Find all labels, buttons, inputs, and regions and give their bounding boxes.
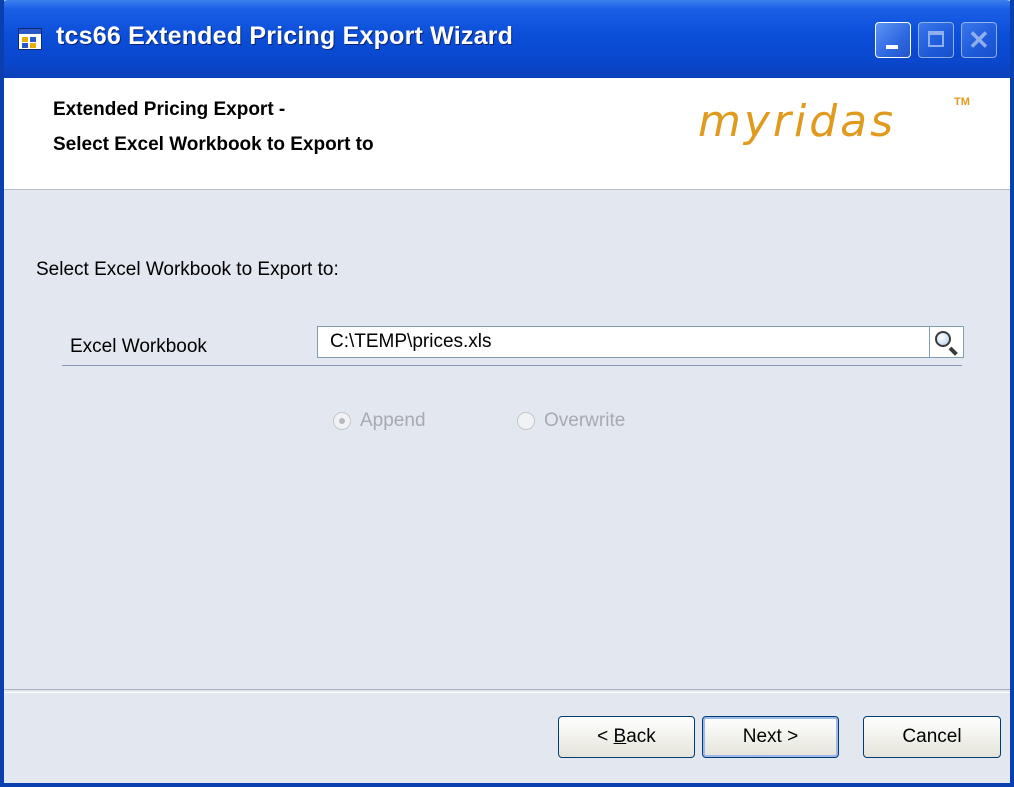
field-divider [62, 365, 962, 366]
append-radio[interactable]: Append [333, 410, 426, 432]
maximize-icon [928, 31, 944, 47]
excel-workbook-label: Excel Workbook [70, 336, 207, 357]
overwrite-radio[interactable]: Overwrite [517, 410, 625, 432]
overwrite-radio-circle [517, 412, 535, 430]
next-button[interactable]: Next > [702, 716, 839, 758]
append-label: Append [360, 410, 426, 431]
minimize-button[interactable] [875, 22, 911, 58]
magnifier-icon [935, 331, 951, 347]
browse-button[interactable] [930, 326, 964, 358]
title-bar[interactable]: tcs66 Extended Pricing Export Wizard ✕ [4, 0, 1010, 78]
wizard-window: tcs66 Extended Pricing Export Wizard ✕ E… [0, 0, 1014, 787]
header-title: Extended Pricing Export - [53, 99, 286, 120]
close-button[interactable]: ✕ [961, 22, 997, 58]
logo-trademark: TM [954, 96, 970, 108]
myridas-logo: myridas [698, 96, 897, 147]
footer-divider [4, 689, 1010, 693]
overwrite-label: Overwrite [544, 410, 626, 431]
append-radio-circle [333, 412, 351, 430]
maximize-button[interactable] [918, 22, 954, 58]
step-prompt: Select Excel Workbook to Export to: [36, 259, 339, 280]
cancel-button[interactable]: Cancel [863, 716, 1001, 758]
excel-workbook-input[interactable] [317, 326, 930, 358]
back-button[interactable]: < Back [558, 716, 695, 758]
header-subtitle: Select Excel Workbook to Export to [53, 134, 374, 155]
wizard-header: Extended Pricing Export - Select Excel W… [4, 78, 1010, 190]
window-title: tcs66 Extended Pricing Export Wizard [56, 22, 514, 50]
close-icon: ✕ [968, 25, 990, 55]
minimize-icon [886, 45, 898, 49]
app-icon [18, 28, 42, 50]
